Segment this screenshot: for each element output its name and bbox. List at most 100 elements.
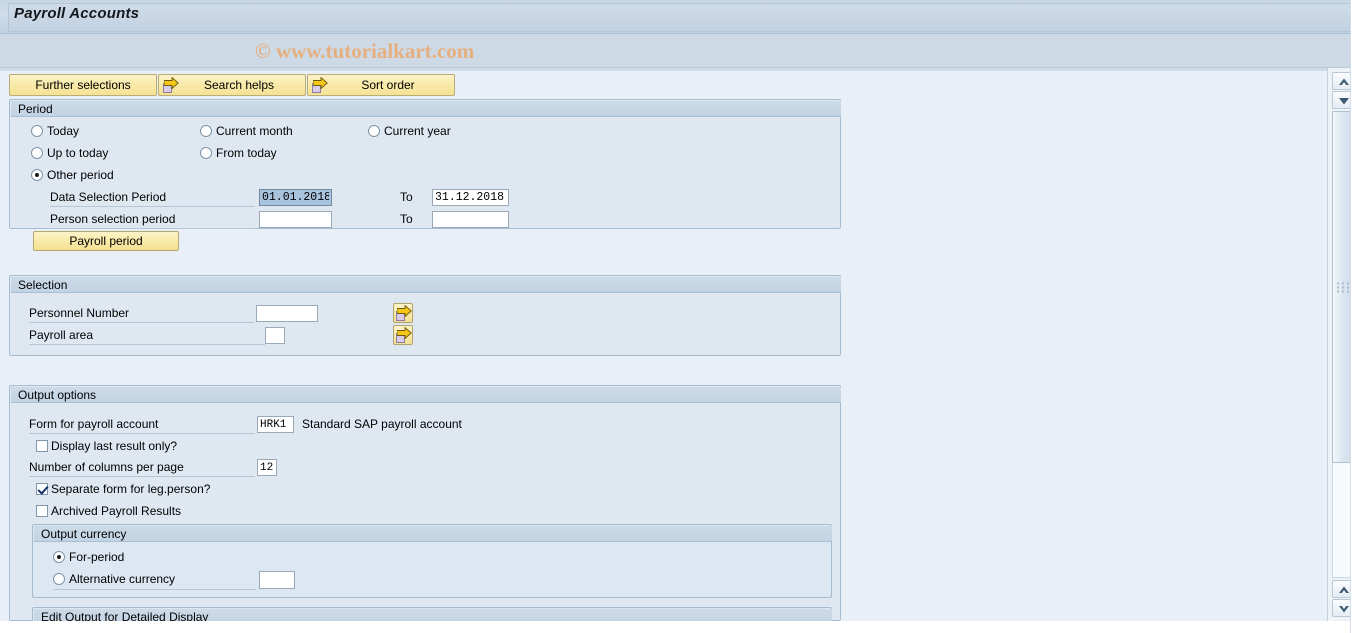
output-options-group: Output options Form for payroll account … <box>9 385 841 621</box>
arrow-page-icon <box>395 305 412 322</box>
edit-output-detailed-display-title: Edit Output for Detailed Display <box>34 609 832 621</box>
person-selection-period-from-input[interactable] <box>259 211 332 228</box>
personnel-number-multiple-selection-button[interactable] <box>393 303 413 323</box>
data-selection-period-to-label: To <box>400 190 413 204</box>
radio-current-year-label: Current year <box>384 124 451 138</box>
radio-circle-icon[interactable] <box>368 125 380 137</box>
form-for-payroll-account-input[interactable] <box>257 416 294 433</box>
form-for-payroll-account-description: Standard SAP payroll account <box>302 417 462 431</box>
radio-circle-icon[interactable] <box>31 147 43 159</box>
person-selection-period-to-label: To <box>400 212 413 226</box>
selection-screen-canvas: Further selections Search helps Sort ord… <box>0 68 1327 621</box>
scroll-up-icon <box>1339 586 1349 593</box>
sap-payroll-accounts-screen: Payroll Accounts © www.tutorialkart.com … <box>0 0 1359 633</box>
data-selection-period-underline <box>50 206 255 207</box>
radio-alternative-currency[interactable]: Alternative currency <box>53 572 175 586</box>
selection-group: Selection Personnel Number Payroll area <box>9 275 841 356</box>
alternative-currency-input[interactable] <box>259 571 295 589</box>
radio-current-year[interactable]: Current year <box>368 124 451 138</box>
watermark-text: © www.tutorialkart.com <box>255 39 475 63</box>
checkbox-icon[interactable] <box>36 505 48 517</box>
payroll-area-underline <box>29 344 265 345</box>
number-of-columns-per-page-label: Number of columns per page <box>29 460 184 474</box>
display-last-result-only-checkbox-row[interactable]: Display last result only? <box>36 439 177 453</box>
number-of-columns-per-page-underline <box>29 476 255 477</box>
radio-circle-icon[interactable] <box>200 147 212 159</box>
data-selection-period-from-input[interactable] <box>259 189 332 206</box>
archived-payroll-results-label: Archived Payroll Results <box>51 504 182 518</box>
output-currency-group: Output currency For-period Alternative c… <box>32 524 832 598</box>
radio-up-to-today[interactable]: Up to today <box>31 146 108 160</box>
radio-circle-icon[interactable] <box>31 125 43 137</box>
separate-form-for-leg-person-checkbox-row[interactable]: Separate form for leg.person? <box>36 482 210 496</box>
window-right-rail <box>1350 0 1359 633</box>
number-of-columns-per-page-input[interactable] <box>257 459 277 476</box>
data-selection-period-label: Data Selection Period <box>50 190 167 204</box>
radio-for-period[interactable]: For-period <box>53 550 124 564</box>
period-group-title: Period <box>11 101 841 117</box>
archived-payroll-results-checkbox-row[interactable]: Archived Payroll Results <box>36 504 181 518</box>
scroll-up-icon <box>1339 78 1349 85</box>
period-group-body: Today Current month Current year Up to t… <box>10 117 840 251</box>
radio-from-today[interactable]: From today <box>200 146 277 160</box>
radio-today-label: Today <box>47 124 80 138</box>
person-selection-period-to-input[interactable] <box>432 211 509 228</box>
radio-today[interactable]: Today <box>31 124 79 138</box>
personnel-number-underline <box>29 322 254 323</box>
data-selection-period-to-input[interactable] <box>432 189 509 206</box>
arrow-page-icon <box>395 327 412 344</box>
canvas-top-strip <box>0 68 1327 71</box>
arrow-page-icon <box>162 77 179 94</box>
radio-current-month-label: Current month <box>216 124 293 138</box>
sort-order-label: Sort order <box>361 78 415 92</box>
radio-other-period-label: Other period <box>47 168 114 182</box>
payroll-period-button[interactable]: Payroll period <box>33 231 179 251</box>
alternative-currency-underline <box>53 589 256 590</box>
page-title: Payroll Accounts <box>14 5 140 22</box>
selection-group-body: Personnel Number Payroll area <box>10 293 840 355</box>
payroll-area-multiple-selection-button[interactable] <box>393 325 413 345</box>
window-title-bar: Payroll Accounts <box>0 0 1359 34</box>
sort-order-button[interactable]: Sort order <box>307 74 455 96</box>
radio-circle-icon[interactable] <box>200 125 212 137</box>
person-selection-period-label: Person selection period <box>50 212 176 226</box>
output-options-group-title: Output options <box>11 387 841 403</box>
personnel-number-label: Personnel Number <box>29 306 130 320</box>
output-currency-group-title: Output currency <box>34 526 832 542</box>
window-title-bar-inner <box>8 3 1351 32</box>
radio-circle-icon[interactable] <box>31 169 43 181</box>
payroll-area-input[interactable] <box>265 327 285 344</box>
output-currency-group-body: For-period Alternative currency <box>33 542 831 597</box>
search-helps-button[interactable]: Search helps <box>158 74 306 96</box>
further-selections-button[interactable]: Further selections <box>9 74 157 96</box>
radio-other-period[interactable]: Other period <box>31 168 114 182</box>
radio-for-period-label: For-period <box>69 550 125 564</box>
radio-up-to-today-label: Up to today <box>47 146 109 160</box>
checkbox-icon[interactable] <box>36 483 48 495</box>
arrow-page-icon <box>311 77 328 94</box>
radio-alternative-currency-label: Alternative currency <box>69 572 176 586</box>
watermark-band: © www.tutorialkart.com <box>0 34 1359 68</box>
separate-form-for-leg-person-label: Separate form for leg.person? <box>51 482 211 496</box>
display-last-result-only-label: Display last result only? <box>51 439 178 453</box>
form-for-payroll-account-underline <box>29 433 255 434</box>
radio-from-today-label: From today <box>216 146 277 160</box>
payroll-period-button-label: Payroll period <box>69 234 143 248</box>
output-options-group-body: Form for payroll account Standard SAP pa… <box>10 403 840 621</box>
checkbox-icon[interactable] <box>36 440 48 452</box>
payroll-area-label: Payroll area <box>29 328 94 342</box>
scroll-down-icon <box>1339 98 1349 105</box>
personnel-number-input[interactable] <box>256 305 318 322</box>
radio-circle-icon[interactable] <box>53 551 65 563</box>
further-selections-label: Further selections <box>35 78 131 92</box>
radio-circle-icon[interactable] <box>53 573 65 585</box>
radio-current-month[interactable]: Current month <box>200 124 293 138</box>
search-helps-label: Search helps <box>203 78 275 92</box>
scroll-grip-icon <box>1337 282 1349 293</box>
edit-output-detailed-display-group: Edit Output for Detailed Display <box>32 607 832 621</box>
period-group: Period Today Current month Current year <box>9 99 841 251</box>
scroll-down-icon <box>1339 606 1349 613</box>
form-for-payroll-account-label: Form for payroll account <box>29 417 159 431</box>
person-selection-period-underline <box>50 228 255 229</box>
selection-group-title: Selection <box>11 277 841 293</box>
